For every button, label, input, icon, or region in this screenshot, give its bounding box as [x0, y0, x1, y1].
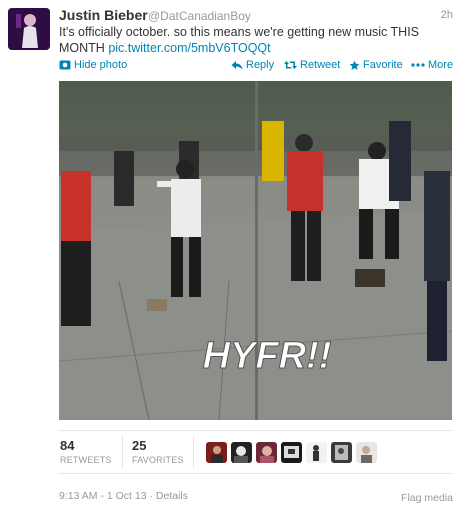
- tweet-actions: Hide photo Reply Retweet Favorite More: [59, 59, 455, 73]
- favorites-label: FAVORITES: [132, 455, 184, 465]
- tweet-photo-link[interactable]: pic.twitter.com/5mbV6TOQQt: [108, 41, 270, 55]
- favoriter-avatar[interactable]: [331, 442, 352, 463]
- tweet-stats: 84 RETWEETS 25 FAVORITES: [58, 430, 453, 474]
- hide-photo-button[interactable]: Hide photo: [59, 59, 127, 71]
- hide-photo-label: Hide photo: [74, 59, 128, 71]
- retweet-label: Retweet: [300, 59, 341, 71]
- reply-icon: [231, 61, 243, 70]
- more-dots-icon: [411, 63, 425, 67]
- author-handle[interactable]: @DatCanadianBoy: [148, 9, 251, 23]
- photo-caption: HYFR!!: [203, 335, 332, 377]
- favoriter-avatar[interactable]: [281, 442, 302, 463]
- favoriter-avatar[interactable]: [356, 442, 377, 463]
- avatar[interactable]: [8, 8, 50, 50]
- avatar-image: [8, 8, 50, 50]
- favoriter-avatar[interactable]: [256, 442, 277, 463]
- tweet-timestamp: 9:13 AM - 1 Oct 13: [59, 490, 147, 502]
- favorites-count: 25: [132, 438, 147, 453]
- favoriter-avatar[interactable]: [231, 442, 252, 463]
- stats-divider: [122, 435, 123, 469]
- flag-media-link[interactable]: Flag media: [401, 492, 453, 504]
- retweets-count: 84: [60, 438, 75, 453]
- favorite-label: Favorite: [363, 59, 403, 71]
- favoriter-avatar[interactable]: [206, 442, 227, 463]
- reply-button[interactable]: Reply: [231, 59, 274, 71]
- tweet-text: It's officially october. so this means w…: [59, 24, 454, 56]
- favorites-stat[interactable]: 25 FAVORITES: [132, 438, 184, 465]
- tweet-footer: 9:13 AM - 1 Oct 13 · Details: [59, 490, 188, 502]
- author-name[interactable]: Justin Bieber: [59, 7, 148, 23]
- more-label: More: [428, 59, 454, 71]
- favoriter-avatars: [206, 442, 377, 463]
- retweet-icon: [284, 61, 297, 69]
- retweets-stat[interactable]: 84 RETWEETS: [60, 438, 112, 465]
- retweet-button[interactable]: Retweet: [284, 59, 340, 71]
- stats-divider: [193, 435, 194, 469]
- more-button[interactable]: More: [411, 59, 453, 71]
- favorite-star-icon: [349, 60, 360, 70]
- favorite-button[interactable]: Favorite: [349, 59, 403, 71]
- favoriter-avatar[interactable]: [306, 442, 327, 463]
- tweet-photo[interactable]: HYFR!!: [59, 81, 452, 420]
- photo-icon: [59, 60, 71, 70]
- tweet-time[interactable]: 2h: [441, 9, 453, 21]
- details-link[interactable]: Details: [156, 490, 188, 502]
- tweet-photo-image: HYFR!!: [59, 81, 452, 420]
- retweets-label: RETWEETS: [60, 455, 112, 465]
- reply-label: Reply: [246, 59, 275, 71]
